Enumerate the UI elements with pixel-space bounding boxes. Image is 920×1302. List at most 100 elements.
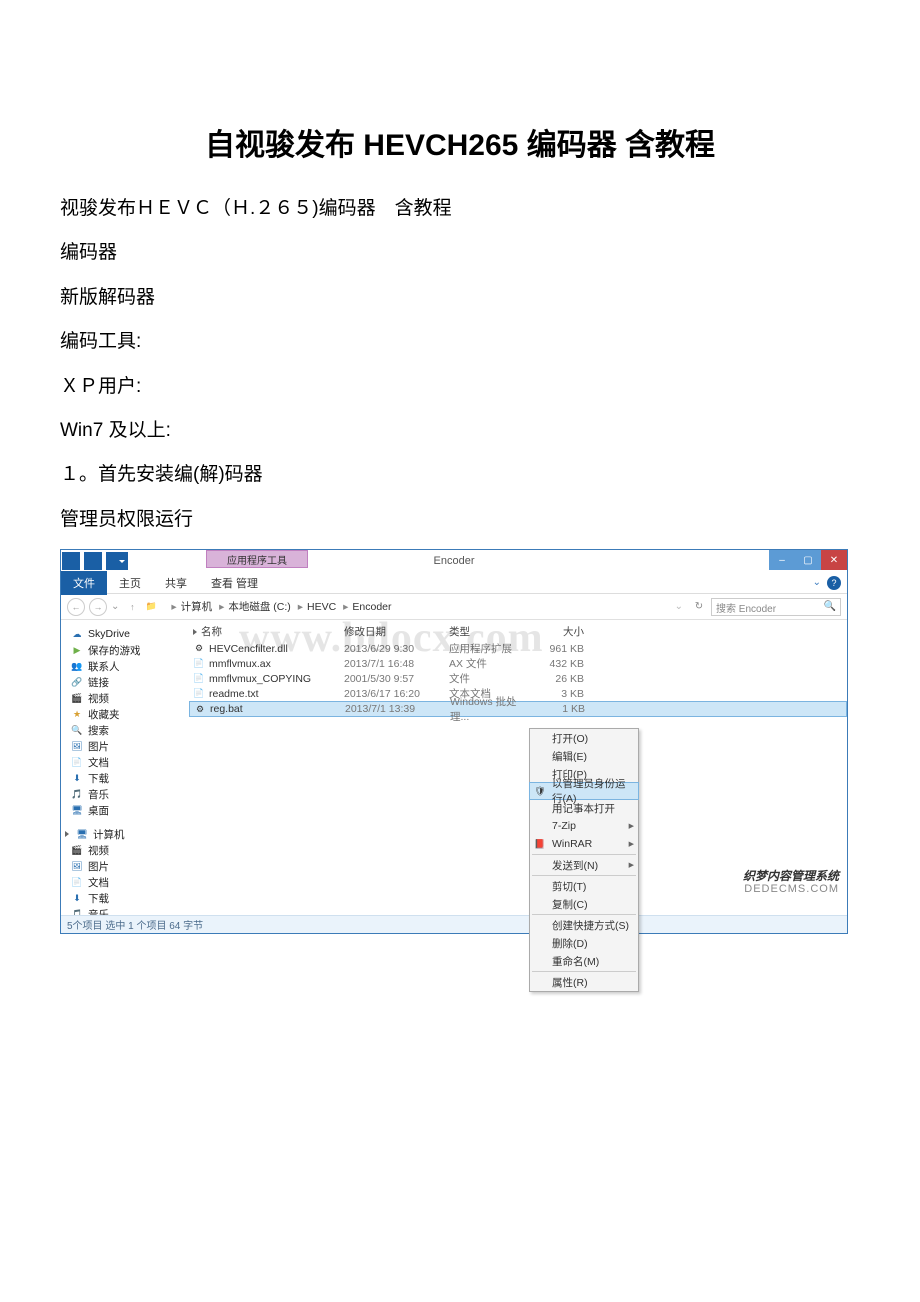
sidebar-item[interactable]: 📄文档 xyxy=(71,754,187,770)
chevron-down-icon[interactable]: ⌄ xyxy=(813,577,821,588)
paragraph: 视骏发布ＨＥＶＣ（Ｈ.２６５)编码器 含教程 xyxy=(60,194,860,224)
minimize-button[interactable]: – xyxy=(769,550,795,570)
file-list-area: www.bdocx.com 名称 修改日期 类型 大小 ⚙HEVCencfilt… xyxy=(189,620,847,915)
menu-item-label: 重命名(M) xyxy=(552,954,599,969)
forward-button[interactable]: → xyxy=(89,598,107,616)
context-menu-item[interactable]: 发送到(N) xyxy=(530,856,638,874)
sidebar-item-label: 收藏夹 xyxy=(88,707,120,722)
breadcrumb-item[interactable]: HEVC xyxy=(307,601,336,613)
context-menu-item[interactable]: 删除(D) xyxy=(530,934,638,952)
page-title: 自视骏发布 HEVCH265 编码器 含教程 xyxy=(60,120,860,164)
sidebar-item[interactable]: 🔗链接 xyxy=(71,674,187,690)
sidebar-icon: 🎬 xyxy=(71,692,83,704)
file-name: mmflvmux.ax xyxy=(209,658,271,670)
sidebar-item[interactable]: 🎬视频 xyxy=(71,842,187,858)
quick-access-dropdown[interactable] xyxy=(106,552,128,570)
sidebar-item-label: 计算机 xyxy=(93,827,125,842)
context-menu-item[interactable]: 属性(R) xyxy=(530,973,638,991)
refresh-button[interactable]: ↻ xyxy=(691,601,707,612)
tab-home[interactable]: 主页 xyxy=(107,571,153,595)
watermark-line: DEDECMS.COM xyxy=(743,883,839,895)
column-name[interactable]: 名称 xyxy=(189,624,344,639)
sidebar-item[interactable]: ★收藏夹 xyxy=(71,706,187,722)
sidebar-item[interactable]: ☁SkyDrive xyxy=(71,626,187,642)
breadcrumb-item[interactable]: 本地磁盘 (C:) xyxy=(228,601,290,613)
file-size: 3 KB xyxy=(534,688,584,700)
search-input[interactable]: 搜索 Encoder 🔍 xyxy=(711,598,841,616)
recent-dropdown-icon[interactable]: ⌄ xyxy=(111,601,119,612)
sidebar-icon: ▶ xyxy=(71,644,83,656)
help-icon[interactable]: ? xyxy=(827,576,841,590)
breadcrumb-item[interactable]: 计算机 xyxy=(181,601,213,613)
column-size[interactable]: 大小 xyxy=(534,624,584,639)
context-menu-item[interactable]: 编辑(E) xyxy=(530,747,638,765)
tab-share[interactable]: 共享 xyxy=(153,571,199,595)
maximize-button[interactable]: ▢ xyxy=(795,550,821,570)
file-date: 2013/7/1 13:39 xyxy=(345,703,450,715)
sidebar-item[interactable]: 🔍搜索 xyxy=(71,722,187,738)
sidebar-item[interactable]: 🎬视频 xyxy=(71,690,187,706)
sidebar-icon: 🖼 xyxy=(71,860,83,872)
menu-item-label: 7-Zip xyxy=(552,820,576,832)
sidebar-item[interactable]: 🖼图片 xyxy=(71,858,187,874)
menu-item-label: 用记事本打开 xyxy=(552,801,615,816)
file-date: 2013/6/29 9:30 xyxy=(344,643,449,655)
sidebar-icon: 🎵 xyxy=(71,908,83,915)
file-row[interactable]: 📄mmflvmux_COPYING2001/5/30 9:57文件26 KB xyxy=(189,671,847,686)
sidebar-item[interactable]: 🎵音乐 xyxy=(71,906,187,915)
sidebar-item-label: SkyDrive xyxy=(88,628,130,640)
file-date: 2013/6/17 16:20 xyxy=(344,688,449,700)
sidebar-item[interactable]: 🎵音乐 xyxy=(71,786,187,802)
menu-item-icon: 📕 xyxy=(534,838,546,850)
context-menu-item[interactable]: 剪切(T) xyxy=(530,877,638,895)
context-menu-item[interactable]: 复制(C) xyxy=(530,895,638,913)
context-menu-item[interactable]: 打开(O) xyxy=(530,729,638,747)
sidebar-item[interactable]: 🖥桌面 xyxy=(71,802,187,818)
sidebar-item-label: 保存的游戏 xyxy=(88,643,141,658)
dropdown-icon[interactable]: ⌄ xyxy=(675,601,683,612)
context-menu-item[interactable]: 用记事本打开 xyxy=(530,799,638,817)
menu-item-label: 发送到(N) xyxy=(552,858,598,873)
context-menu-item[interactable]: 🛡以管理员身份运行(A) xyxy=(529,782,639,800)
tab-file[interactable]: 文件 xyxy=(61,571,107,595)
sidebar-item[interactable]: ▶ 保存的游戏 xyxy=(71,642,187,658)
column-headers: 名称 修改日期 类型 大小 xyxy=(189,624,847,641)
file-row[interactable]: ⚙reg.bat2013/7/1 13:39Windows 批处理...1 KB xyxy=(189,701,847,717)
sidebar-icon: 🔗 xyxy=(71,676,83,688)
context-menu-item[interactable]: 创建快捷方式(S) xyxy=(530,916,638,934)
context-menu-item[interactable]: 📕WinRAR xyxy=(530,835,638,853)
column-date[interactable]: 修改日期 xyxy=(344,624,449,639)
window-title: Encoder xyxy=(434,555,475,567)
quick-access-icon[interactable] xyxy=(84,552,102,570)
sidebar-item[interactable]: ⬇下载 xyxy=(71,770,187,786)
sidebar-item-computer[interactable]: 🖥计算机 xyxy=(65,826,187,842)
context-menu-item[interactable]: 重命名(M) xyxy=(530,952,638,970)
back-button[interactable]: ← xyxy=(67,598,85,616)
search-placeholder: 搜索 Encoder xyxy=(716,604,776,615)
up-button[interactable]: ↑ xyxy=(123,598,141,616)
tab-manage[interactable]: 管理 xyxy=(224,571,270,595)
paragraph: Win7 及以上: xyxy=(60,416,860,446)
breadcrumb[interactable]: ▸计算机 ▸本地磁盘 (C:) ▸HEVC ▸Encoder xyxy=(167,599,391,614)
menu-separator xyxy=(532,914,636,915)
file-row[interactable]: ⚙HEVCencfilter.dll2013/6/29 9:30应用程序扩展96… xyxy=(189,641,847,656)
column-type[interactable]: 类型 xyxy=(449,624,534,639)
sidebar-item-label: 搜索 xyxy=(88,723,109,738)
sidebar-icon: 📄 xyxy=(71,756,83,768)
source-watermark: 织梦内容管理系统 DEDECMS.COM xyxy=(743,870,839,895)
status-bar: 5个项目 选中 1 个项目 64 字节 xyxy=(61,915,847,933)
breadcrumb-item[interactable]: Encoder xyxy=(352,601,391,613)
search-icon[interactable]: 🔍 xyxy=(824,601,836,612)
sidebar-item[interactable]: 🖼图片 xyxy=(71,738,187,754)
file-name: HEVCencfilter.dll xyxy=(209,643,288,655)
sidebar-icon: ⬇ xyxy=(71,772,83,784)
quick-access-icon[interactable] xyxy=(62,552,80,570)
context-menu-item[interactable]: 7-Zip xyxy=(530,817,638,835)
sidebar-item[interactable]: ⬇下载 xyxy=(71,890,187,906)
file-row[interactable]: 📄mmflvmux.ax2013/7/1 16:48AX 文件432 KB xyxy=(189,656,847,671)
close-button[interactable]: ✕ xyxy=(821,550,847,570)
ribbon-context-tab[interactable]: 应用程序工具 xyxy=(206,550,308,568)
sidebar-item[interactable]: 👥联系人 xyxy=(71,658,187,674)
sidebar-item[interactable]: 📄文档 xyxy=(71,874,187,890)
expand-icon[interactable] xyxy=(65,831,69,837)
